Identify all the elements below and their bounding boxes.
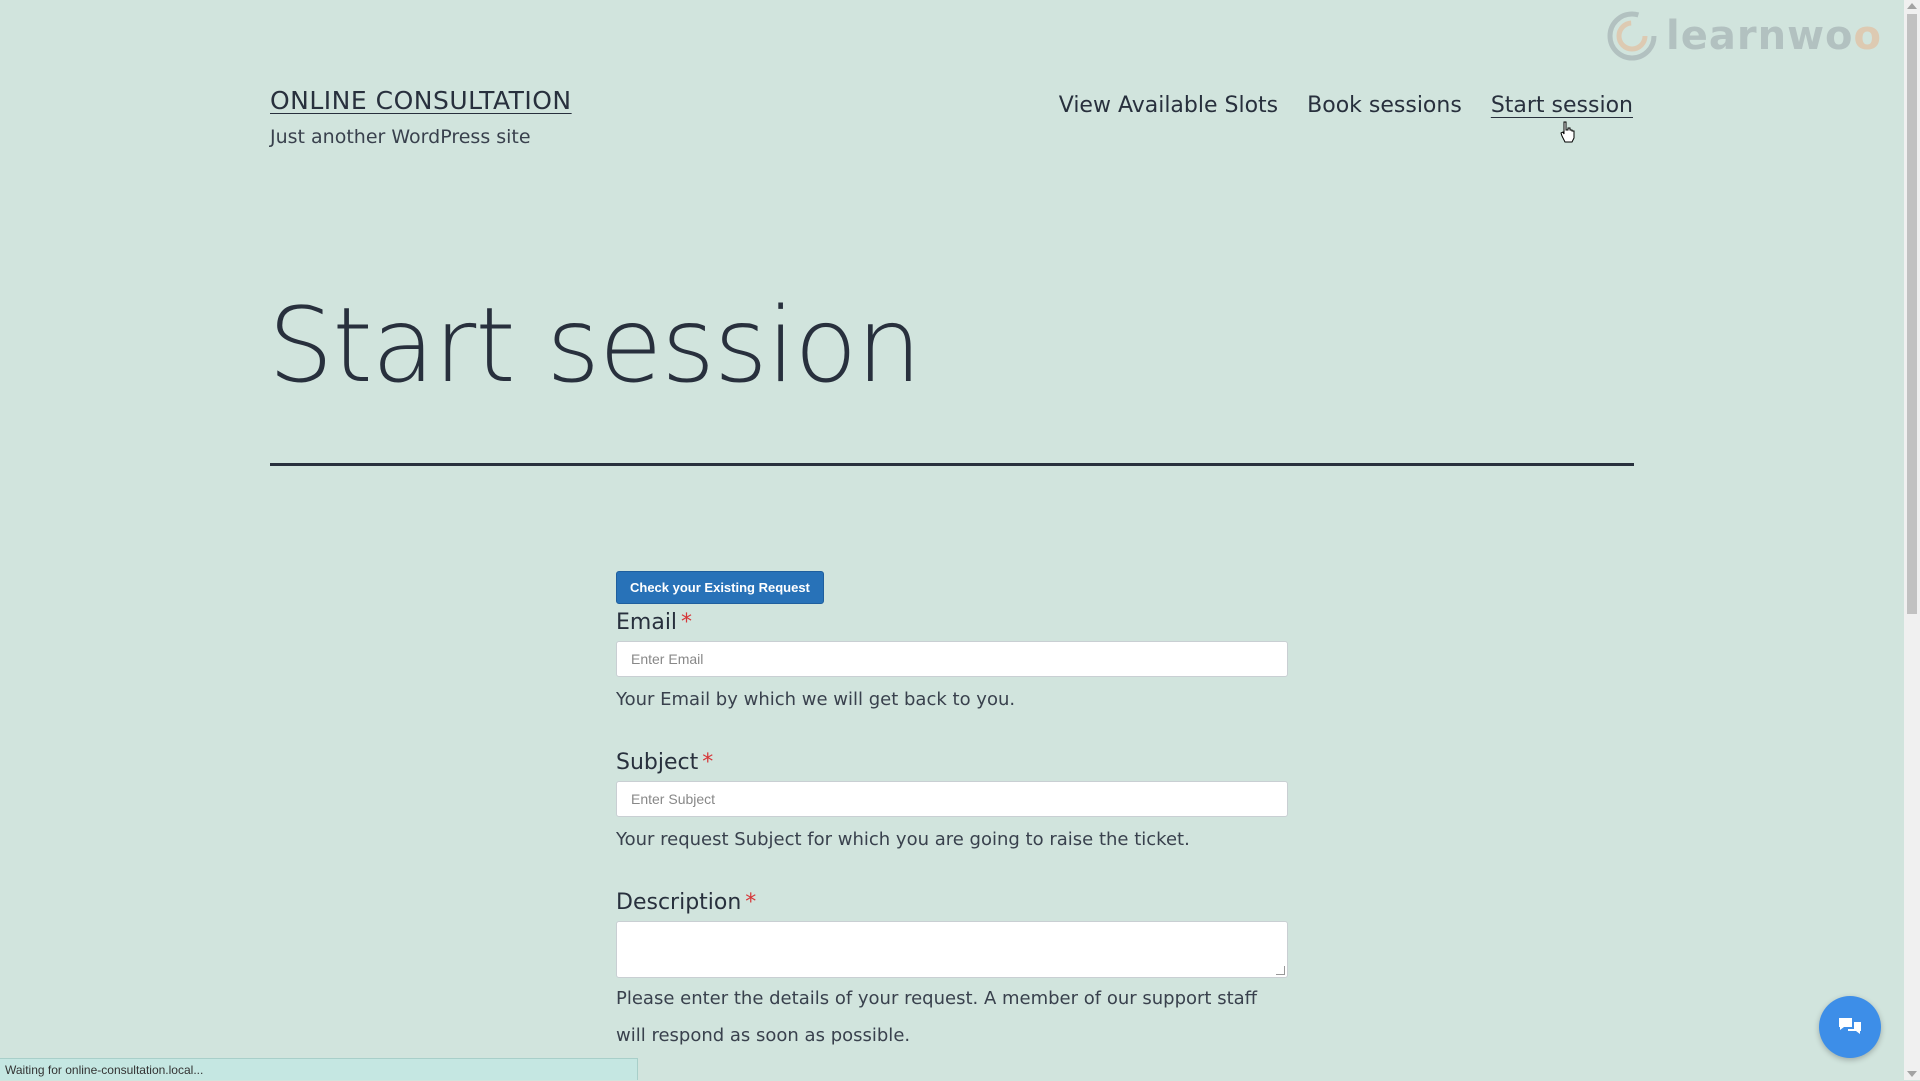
learnwoo-logo-icon [1607, 11, 1657, 61]
email-field[interactable]: Enter Email [616, 641, 1288, 677]
learnwoo-watermark: learnwoo [1606, 10, 1882, 62]
email-label: Email * [616, 610, 693, 635]
watermark-text: learnwoo [1666, 13, 1882, 59]
check-existing-request-button[interactable]: Check your Existing Request [616, 571, 824, 604]
nav-item-start-session[interactable]: Start session [1491, 93, 1633, 118]
title-divider [270, 463, 1634, 466]
scroll-up-arrow-icon[interactable] [1907, 3, 1917, 9]
site-tagline: Just another WordPress site [270, 126, 531, 148]
chat-bubbles-icon [1839, 1018, 1861, 1034]
subject-label: Subject * [616, 750, 714, 775]
required-marker: * [681, 610, 693, 635]
email-help: Your Email by which we will get back to … [616, 689, 1016, 710]
primary-nav: View Available Slots Book sessions Start… [1059, 93, 1633, 118]
scroll-down-arrow-icon[interactable] [1907, 1071, 1917, 1077]
description-group: Description * Please enter the details of… [616, 890, 1289, 1054]
email-group: Email * Enter Email Your Email by which w… [616, 610, 1289, 710]
hand-pointer-icon [1560, 121, 1575, 143]
nav-item-book-sessions[interactable]: Book sessions [1307, 93, 1462, 118]
required-marker: * [745, 890, 757, 915]
subject-help: Your request Subject for which you are g… [616, 829, 1190, 850]
request-form: Check your Existing Request Email * Enter… [616, 571, 1289, 1054]
site-title-link[interactable]: ONLINE CONSULTATION [270, 86, 572, 115]
resize-handle-icon[interactable] [1276, 966, 1285, 975]
page-title: Start session [268, 286, 922, 406]
page: ONLINE CONSULTATION Just another WordPre… [0, 0, 1904, 1080]
subject-field[interactable]: Enter Subject [616, 781, 1288, 817]
nav-item-view-available-slots[interactable]: View Available Slots [1059, 93, 1278, 118]
description-textarea[interactable] [616, 921, 1288, 978]
vertical-scrollbar[interactable] [1904, 0, 1920, 1080]
subject-group: Subject * Enter Subject Your request Subj… [616, 750, 1289, 850]
browser-status-bar: Waiting for online-consultation.local... [0, 1058, 638, 1080]
description-label: Description * [616, 890, 757, 915]
chat-button[interactable] [1819, 996, 1881, 1058]
scrollbar-thumb[interactable] [1907, 14, 1917, 614]
description-help: Please enter the details of your request… [616, 988, 1258, 1046]
required-marker: * [702, 750, 714, 775]
